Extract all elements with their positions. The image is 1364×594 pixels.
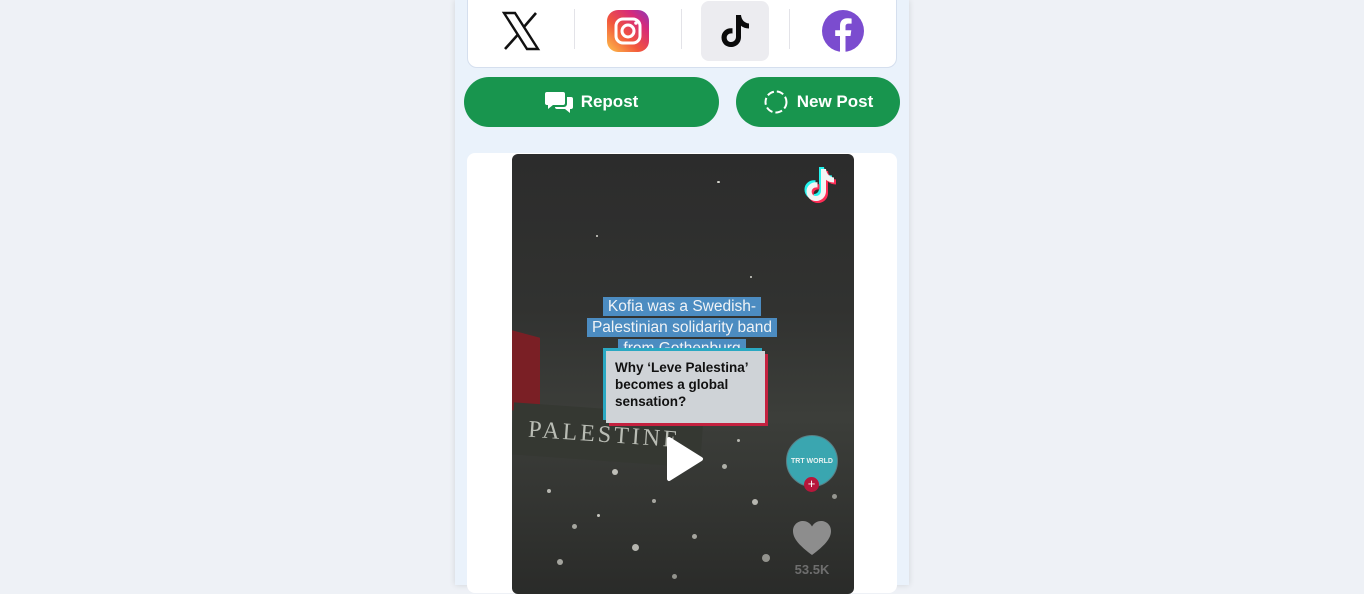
divider <box>574 9 575 49</box>
repost-button[interactable]: Repost <box>464 77 719 127</box>
play-icon[interactable] <box>665 435 705 483</box>
repost-label: Repost <box>580 92 639 111</box>
instagram-icon <box>607 10 649 52</box>
video-caption-top: Kofia was a Swedish-Palestinian solidari… <box>584 296 780 359</box>
divider <box>789 9 790 49</box>
post-preview-card: PALESTINE Kofia was a Swedish-Palestinia… <box>467 153 897 594</box>
new-post-button[interactable]: New Post <box>736 77 900 127</box>
platform-x[interactable] <box>487 1 555 61</box>
video-caption-main: Why ‘Leve Palestina’ becomes a global se… <box>606 351 765 423</box>
platform-selector <box>467 0 897 68</box>
follow-plus-icon[interactable]: + <box>804 477 819 492</box>
tiktok-video-embed[interactable]: PALESTINE Kofia was a Swedish-Palestinia… <box>512 154 854 594</box>
platform-facebook[interactable] <box>809 1 877 61</box>
refresh-icon <box>764 90 788 114</box>
facebook-icon <box>822 10 864 52</box>
chat-bubbles-icon <box>544 92 573 113</box>
divider <box>681 9 682 49</box>
new-post-label: New Post <box>796 92 874 111</box>
platform-instagram[interactable] <box>594 1 662 61</box>
platform-tiktok[interactable] <box>701 1 769 61</box>
tiktok-watermark-icon <box>800 165 840 214</box>
post-composer-panel: Repost New Post PALESTINE Kofia was a Sw… <box>455 0 909 594</box>
x-logo-icon <box>501 11 541 51</box>
tiktok-icon <box>721 15 749 47</box>
like-count: 53.5K <box>794 562 830 577</box>
heart-icon[interactable] <box>792 520 832 556</box>
